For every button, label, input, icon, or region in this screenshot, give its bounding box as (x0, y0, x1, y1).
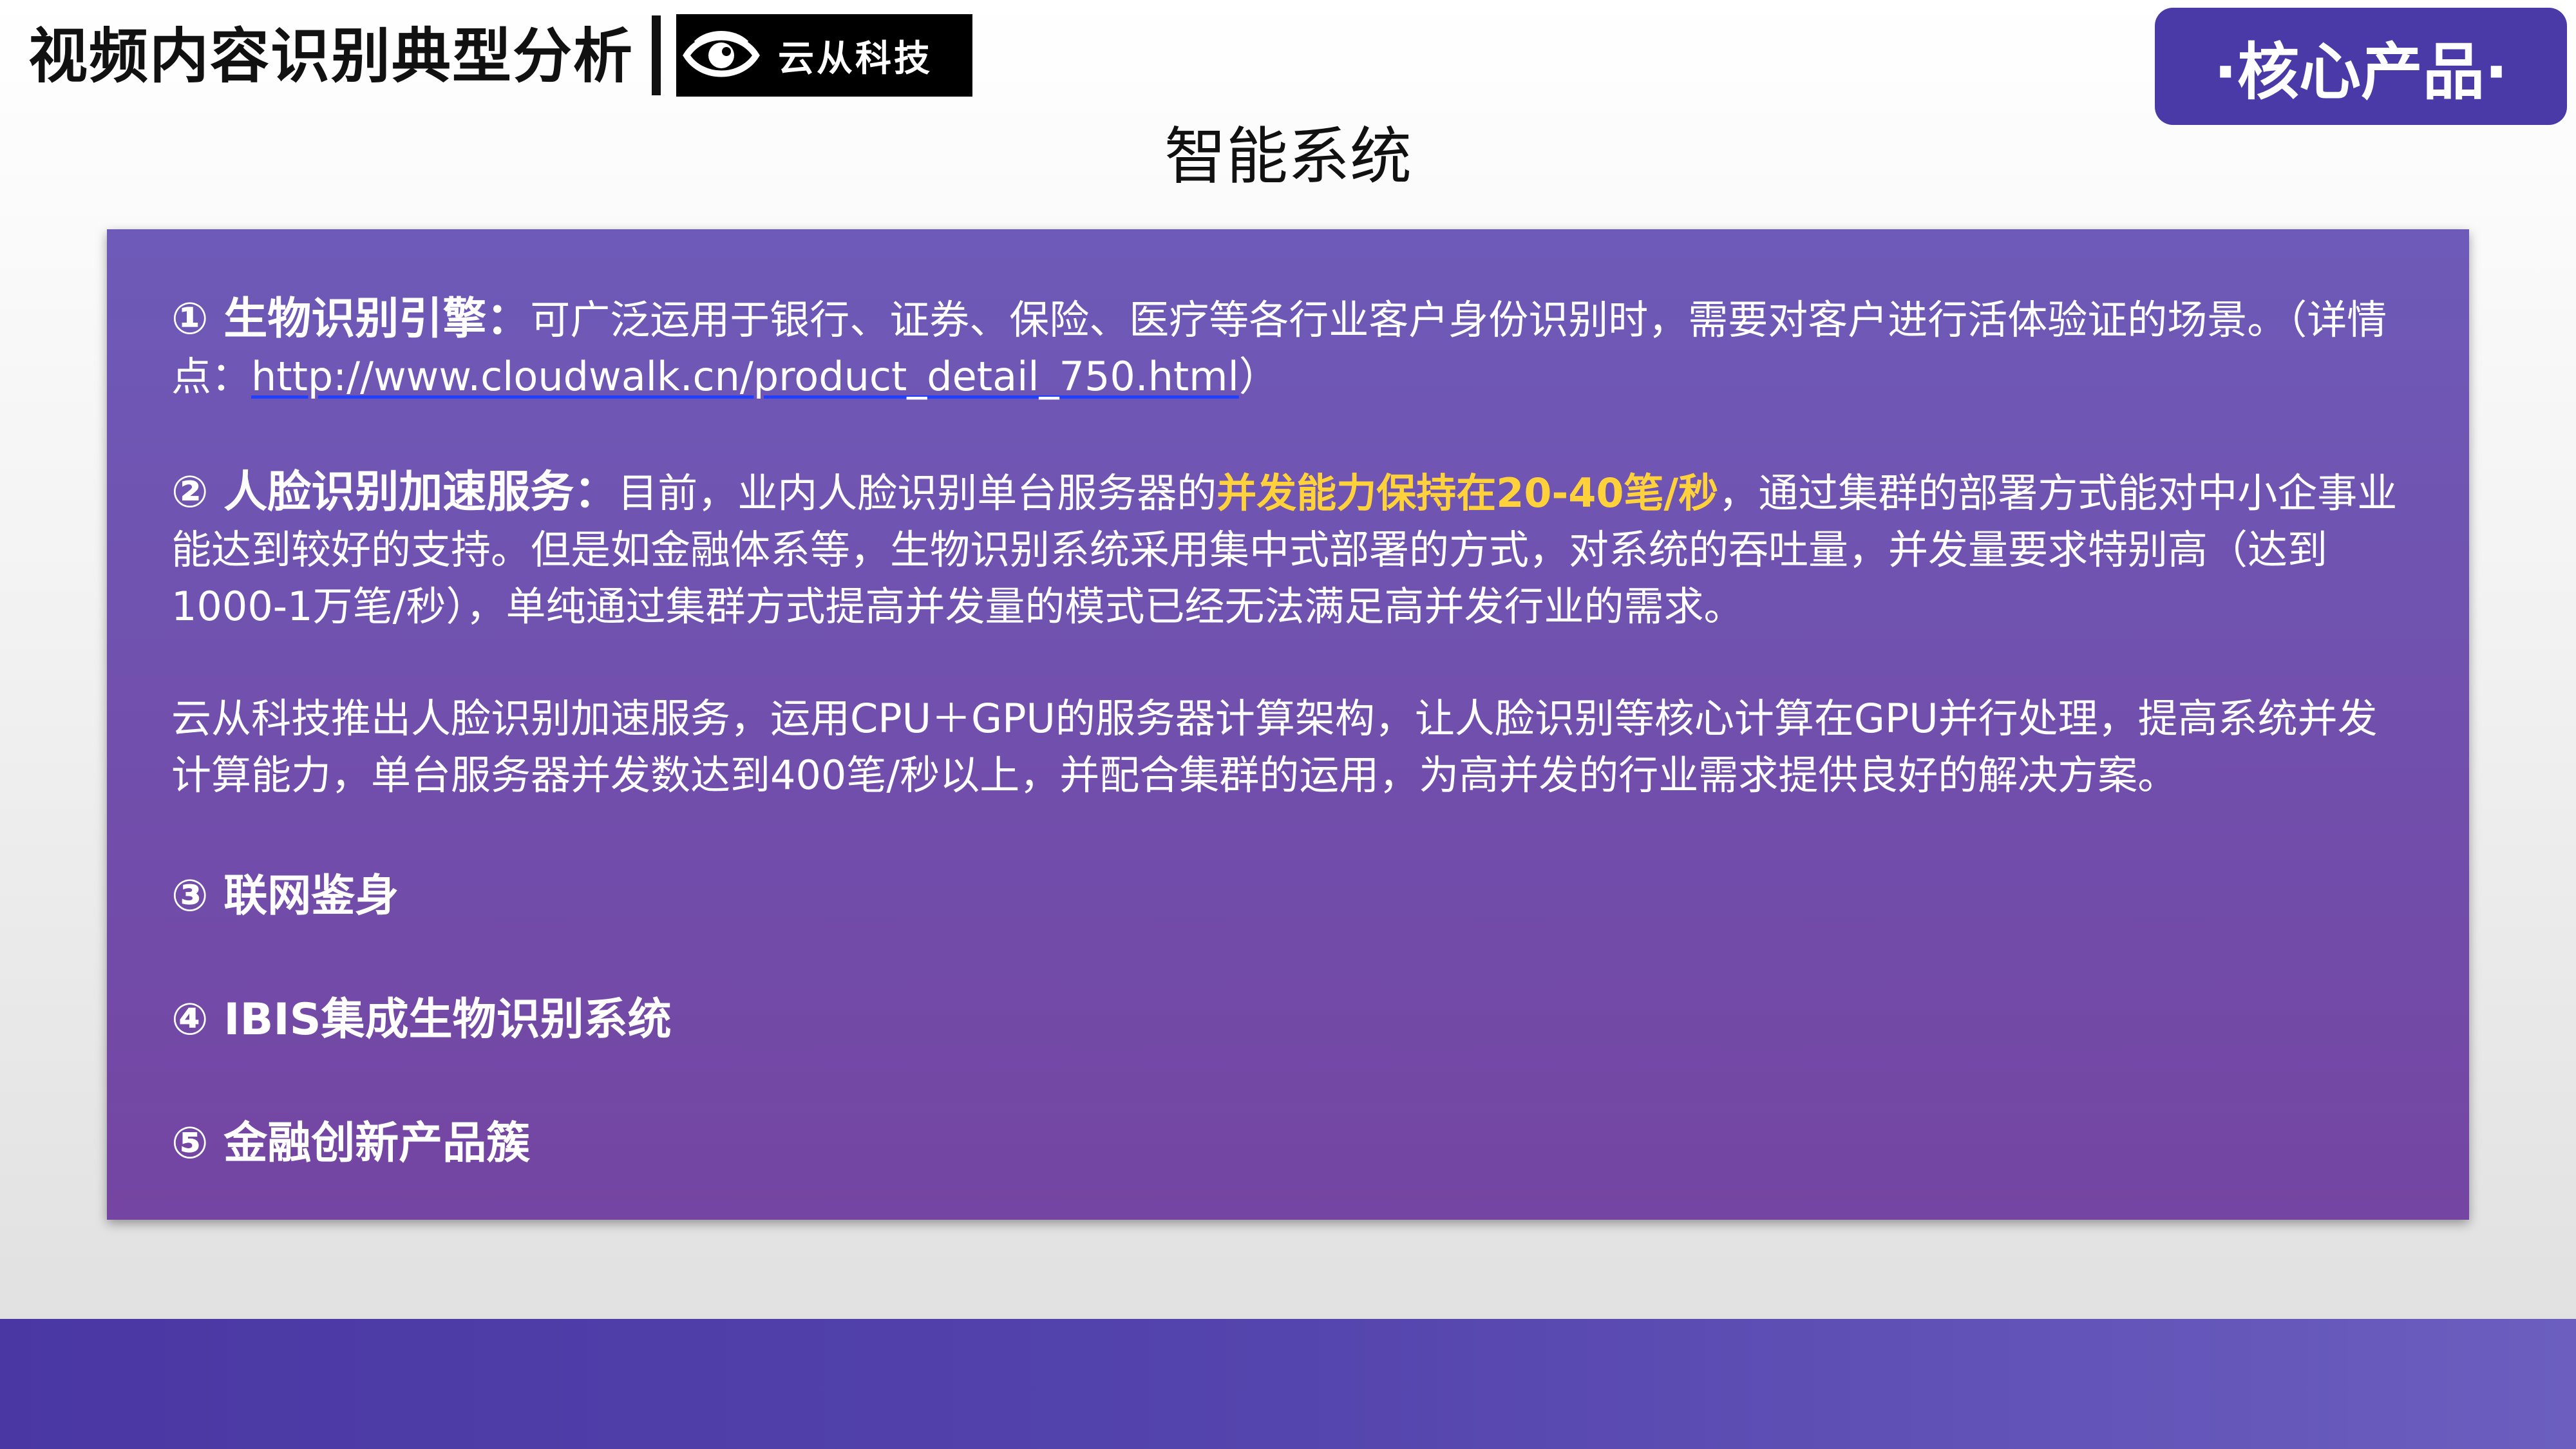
section-title: 智能系统 (1164, 120, 1412, 193)
biometric-engine-heading: ① 生物识别引擎： (171, 294, 531, 345)
company-logo: 云从科技 (676, 14, 972, 97)
core-product-badge: ·核心产品· (2155, 8, 2567, 125)
item-financial-products: ⑤ 金融创新产品簇 (171, 1118, 531, 1169)
concurrency-highlight: 并发能力保持在20-40笔/秒 (1217, 469, 1719, 516)
logo-text: 云从科技 (778, 37, 933, 80)
item-ibis-system: ④ IBIS集成生物识别系统 (171, 994, 672, 1045)
eye-icon (676, 14, 766, 97)
biometric-engine-paragraph: ① 生物识别引擎：可广泛运用于银行、证券、保险、医疗等各行业客户身份识别时，需要… (171, 291, 2398, 405)
product-detail-link[interactable]: http://www.cloudwalk.cn/product_detail_7… (251, 353, 1239, 400)
footer-band (0, 1319, 2576, 1449)
content-panel: ① 生物识别引擎：可广泛运用于银行、证券、保险、医疗等各行业客户身份识别时，需要… (107, 229, 2469, 1220)
page-header-title: 视频内容识别典型分析 (28, 22, 634, 91)
biometric-engine-tail: ） (1238, 353, 1279, 400)
cloudwalk-solution-paragraph: 云从科技推出人脸识别加速服务，运用CPU＋GPU的服务器计算架构，让人脸识别等核… (171, 695, 2378, 799)
item-network-identity: ③ 联网鉴身 (171, 871, 399, 922)
face-acceleration-paragraph: ② 人脸识别加速服务：目前，业内人脸识别单台服务器的并发能力保持在20-40笔/… (171, 464, 2398, 635)
header-divider (652, 15, 661, 95)
face-acceleration-heading: ② 人脸识别加速服务： (171, 467, 618, 518)
face-acceleration-pre: 目前，业内人脸识别单台服务器的 (618, 469, 1217, 516)
